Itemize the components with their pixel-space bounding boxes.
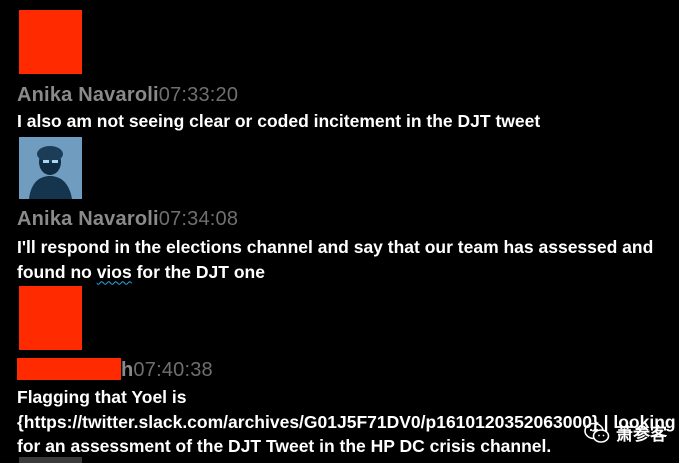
message-text: I'll respond in the elections channel an…	[17, 235, 677, 284]
wechat-icon	[584, 422, 610, 443]
misspelled-word: vios	[96, 261, 132, 282]
message-text: Flagging that Yoel is {https://twitter.s…	[17, 387, 676, 456]
message-text-part: for the DJT one	[131, 261, 265, 282]
author-name[interactable]: Anika Navaroli	[17, 208, 159, 230]
watermark: 萧参客	[584, 420, 667, 445]
avatar-redacted	[19, 10, 82, 74]
message-timestamp[interactable]: 07:34:08	[159, 208, 238, 230]
author-name[interactable]: Anika Navaroli	[17, 84, 159, 106]
message-text: I also am not seeing clear or coded inci…	[17, 111, 541, 131]
message-timestamp[interactable]: 07:33:20	[159, 84, 238, 106]
redacted-author-name	[17, 358, 121, 380]
avatar-photo-icon	[19, 137, 82, 199]
message-author: h07:40:38	[17, 358, 213, 382]
next-avatar-partial	[19, 457, 82, 463]
message-author: Anika Navaroli07:34:08	[17, 208, 238, 231]
avatar[interactable]	[19, 137, 82, 199]
author-name-suffix[interactable]: h	[121, 359, 133, 381]
avatar-redacted	[19, 286, 82, 350]
message-author: Anika Navaroli07:33:20	[17, 84, 238, 107]
watermark-label: 萧参客	[616, 425, 667, 444]
message-timestamp[interactable]: 07:40:38	[133, 359, 212, 381]
